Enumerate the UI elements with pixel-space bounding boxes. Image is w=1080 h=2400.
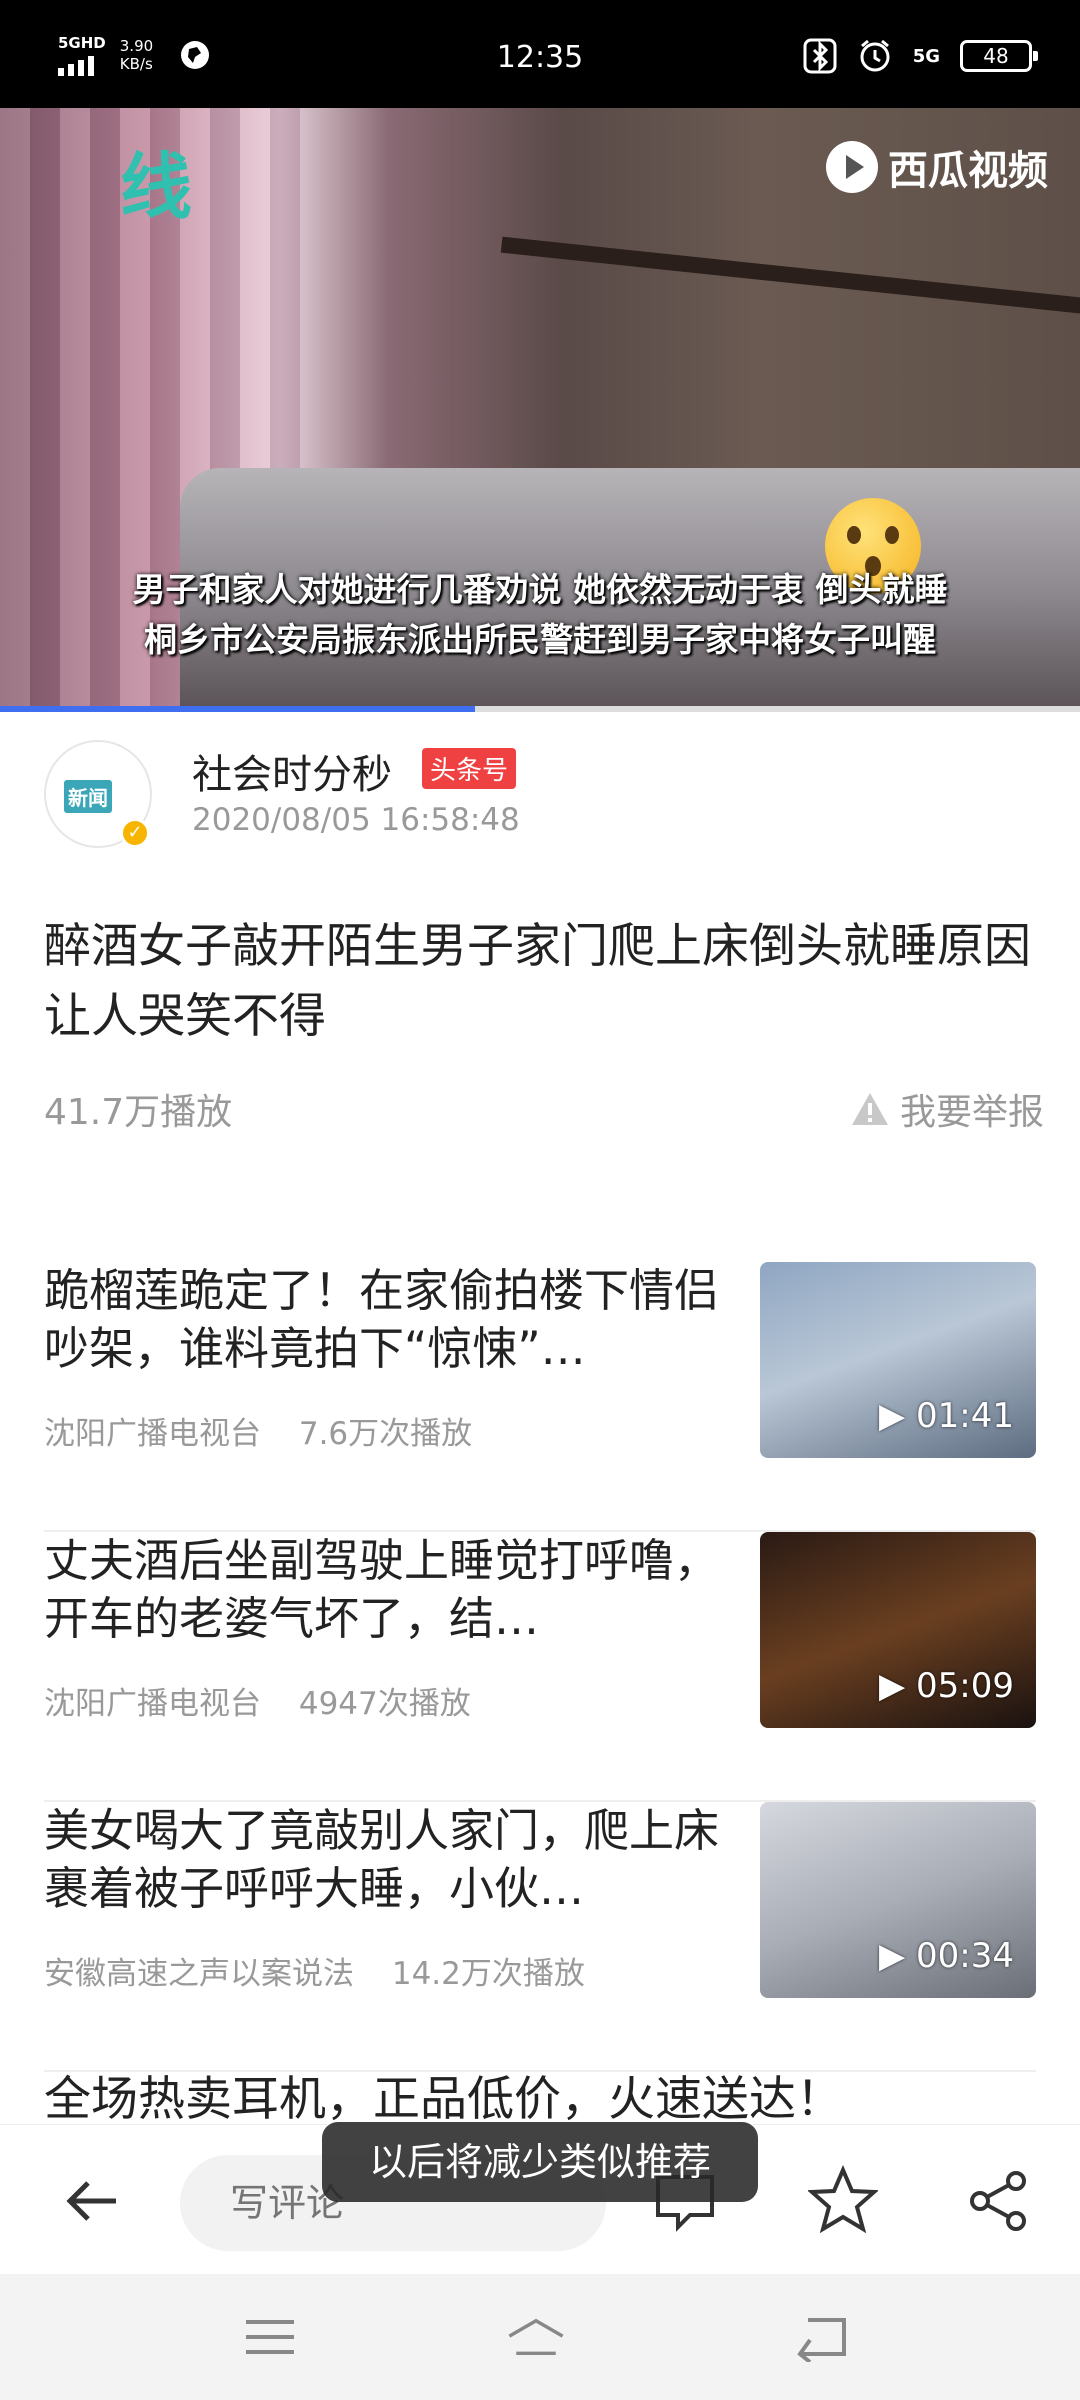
report-button[interactable]: 我要举报 xyxy=(850,1083,1044,1135)
menu-icon[interactable] xyxy=(240,2312,300,2362)
status-right: 5G 48 xyxy=(803,38,1038,74)
battery-level: 48 xyxy=(983,44,1009,68)
toast-message: 以后将减少类似推荐 xyxy=(322,2122,758,2202)
bluetooth-icon xyxy=(803,38,837,74)
system-nav-bar xyxy=(0,2274,1080,2400)
video-thumbnail[interactable]: ▶ 00:34 xyxy=(760,1802,1036,1998)
report-label: 我要举报 xyxy=(899,1092,1044,1133)
status-bar: 5GHD 3.90 KB/s 12:35 5G 48 xyxy=(0,0,1080,108)
warning-icon xyxy=(851,1093,888,1125)
back-arrow-icon[interactable] xyxy=(62,2171,122,2231)
related-source: 沈阳广播电视台 xyxy=(44,1416,261,1452)
video-progress-bar[interactable] xyxy=(0,706,1080,712)
video-subtitle-2: 桐乡市公安局振东派出所民警赶到男子家中将女子叫醒 xyxy=(144,620,936,659)
ad-title[interactable]: 全场热卖耳机，正品低价，火速送达！ xyxy=(44,2060,843,2129)
author-info[interactable]: 新闻 ✓ 社会时分秒 头条号 2020/08/05 16:58:48 xyxy=(44,740,1044,850)
share-icon[interactable] xyxy=(966,2169,1030,2233)
related-title: 跪榴莲跪定了！在家偷拍楼下情侣吵架，谁料竟拍下“惊悚”… xyxy=(44,1264,720,1375)
channel-logo: 线 xyxy=(120,145,193,229)
network-5g: 5G xyxy=(912,45,940,67)
back-icon[interactable] xyxy=(792,2312,852,2362)
video-progress-fill xyxy=(0,706,476,712)
related-source: 安徽高速之声以案说法 xyxy=(44,1956,354,1992)
home-icon[interactable] xyxy=(506,2312,566,2362)
video-duration: ▶ 05:09 xyxy=(879,1666,1014,1706)
watermark-text: 西瓜视频 xyxy=(888,148,1048,194)
related-meta: 安徽高速之声以案说法 14.2万次播放 xyxy=(44,1948,585,1993)
avatar[interactable]: 新闻 ✓ xyxy=(44,740,152,848)
star-icon[interactable] xyxy=(808,2165,878,2235)
battery-icon: 48 xyxy=(960,40,1038,72)
play-count: 41.7万播放 xyxy=(44,1092,233,1133)
video-frame-wall xyxy=(500,236,1080,316)
video-duration: ▶ 01:41 xyxy=(879,1396,1014,1436)
related-video-list: 跪榴莲跪定了！在家偷拍楼下情侣吵架，谁料竟拍下“惊悚”… 沈阳广播电视台 7.6… xyxy=(44,1262,1036,2072)
author-tag-badge: 头条号 xyxy=(422,748,517,789)
article-meta: 41.7万播放 我要举报 xyxy=(44,1083,1044,1135)
related-meta: 沈阳广播电视台 7.6万次播放 xyxy=(44,1408,472,1453)
related-title: 美女喝大了竟敲别人家门，爬上床裹着被子呼呼大睡，小伙… xyxy=(44,1804,720,1915)
alarm-icon xyxy=(860,39,890,72)
author-name[interactable]: 社会时分秒 xyxy=(192,742,392,800)
related-source: 沈阳广播电视台 xyxy=(44,1686,261,1722)
list-item[interactable]: 美女喝大了竟敲别人家门，爬上床裹着被子呼呼大睡，小伙… 安徽高速之声以案说法 1… xyxy=(44,1802,1036,2072)
video-player[interactable]: 线 西瓜视频 男子和家人对她进行几番劝说 她依然无动于衷 倒头就睡 桐乡市公安局… xyxy=(0,108,1080,710)
list-item[interactable]: 跪榴莲跪定了！在家偷拍楼下情侣吵架，谁料竟拍下“惊悚”… 沈阳广播电视台 7.6… xyxy=(44,1262,1036,1532)
related-plays: 4947次播放 xyxy=(298,1686,471,1722)
verified-badge-icon: ✓ xyxy=(120,818,150,848)
video-duration: ▶ 00:34 xyxy=(879,1936,1014,1976)
video-subtitle-1: 男子和家人对她进行几番劝说 她依然无动于衷 倒头就睡 xyxy=(132,570,948,609)
video-thumbnail[interactable]: ▶ 05:09 xyxy=(760,1532,1036,1728)
list-item[interactable]: 丈夫酒后坐副驾驶上睡觉打呼噜，开车的老婆气坏了，结… 沈阳广播电视台 4947次… xyxy=(44,1532,1036,1802)
avatar-text: 新闻 xyxy=(64,780,112,813)
related-plays: 7.6万次播放 xyxy=(298,1416,473,1452)
publish-date: 2020/08/05 16:58:48 xyxy=(192,802,520,838)
video-thumbnail[interactable]: ▶ 01:41 xyxy=(760,1262,1036,1458)
related-title: 丈夫酒后坐副驾驶上睡觉打呼噜，开车的老婆气坏了，结… xyxy=(44,1534,720,1645)
xigua-play-icon xyxy=(826,141,878,193)
related-plays: 14.2万次播放 xyxy=(391,1956,585,1992)
article-title: 醉酒女子敲开陌生男子家门爬上床倒头就睡原因让人哭笑不得 xyxy=(44,919,1031,1044)
xigua-watermark: 西瓜视频 xyxy=(826,138,1048,196)
related-meta: 沈阳广播电视台 4947次播放 xyxy=(44,1678,471,1723)
